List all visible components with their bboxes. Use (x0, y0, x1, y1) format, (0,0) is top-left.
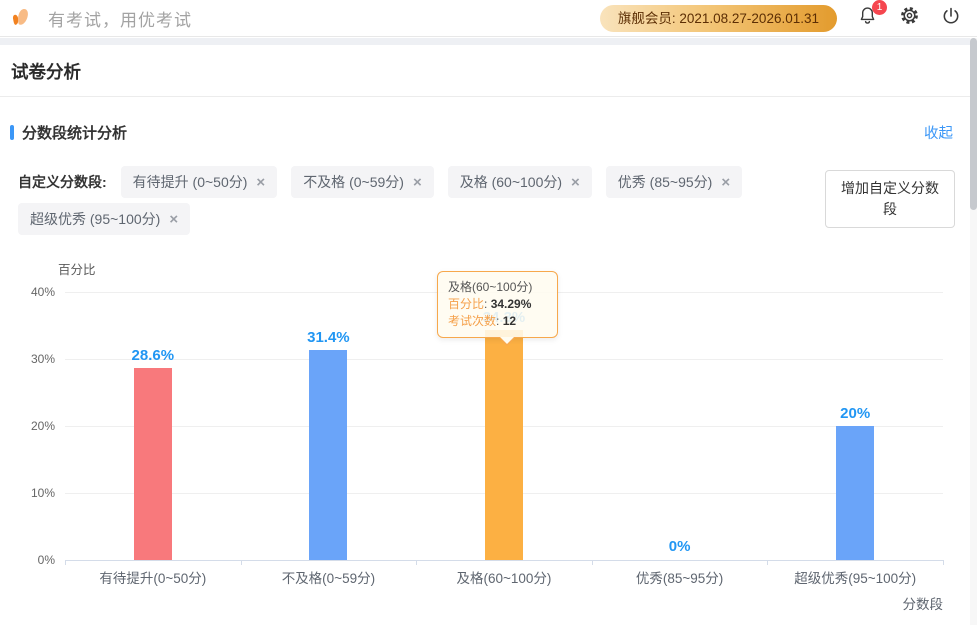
logout-button[interactable] (939, 6, 963, 30)
bar-value-label: 20% (815, 405, 895, 422)
header-actions: 旗舰会员: 2021.08.27-2026.01.31 1 (600, 5, 963, 32)
x-axis-line (65, 560, 943, 561)
tooltip-title: 及格(60~100分) (448, 279, 547, 296)
notification-count-badge: 1 (872, 0, 887, 15)
y-axis-tick-label: 20% (12, 419, 55, 433)
page-title: 试卷分析 (11, 59, 81, 84)
section-title: 分数段统计分析 (22, 122, 127, 143)
tag-label: 有待提升 (0~50分) (133, 166, 248, 198)
settings-icon (899, 5, 920, 31)
divider (0, 96, 970, 97)
bar[interactable] (485, 330, 523, 560)
y-axis-tick-label: 10% (12, 486, 55, 500)
x-axis-tick (241, 560, 242, 565)
remove-tag-icon[interactable]: × (169, 212, 178, 227)
x-axis-tick (416, 560, 417, 565)
remove-tag-icon[interactable]: × (256, 175, 265, 190)
score-range-tag[interactable]: 不及格 (0~59分) × (291, 166, 434, 198)
scrollbar-thumb[interactable] (970, 38, 977, 210)
score-range-tag[interactable]: 及格 (60~100分) × (448, 166, 592, 198)
collapse-link[interactable]: 收起 (924, 122, 953, 143)
filter-label: 自定义分数段: (18, 166, 107, 198)
x-axis-category-label: 超级优秀(95~100分) (767, 567, 943, 587)
notifications-button[interactable]: 1 (855, 6, 879, 30)
scrollbar[interactable] (970, 38, 977, 625)
x-axis-tick (767, 560, 768, 565)
bar[interactable] (309, 350, 347, 560)
x-axis-tick (943, 560, 944, 565)
remove-tag-icon[interactable]: × (413, 175, 422, 190)
bar-value-label: 28.6% (113, 347, 193, 364)
y-axis-tick-label: 0% (12, 553, 55, 567)
bar-value-label: 0% (640, 538, 720, 555)
tag-label: 超级优秀 (95~100分) (30, 203, 160, 235)
app-header: 有考试，用优考试 旗舰会员: 2021.08.27-2026.01.31 1 (0, 0, 977, 37)
y-axis-title: 百分比 (58, 259, 96, 278)
score-range-tag[interactable]: 有待提升 (0~50分) × (121, 166, 278, 198)
app-title: 有考试，用优考试 (48, 6, 192, 31)
tag-label: 优秀 (85~95分) (618, 166, 713, 198)
chart-tooltip: 及格(60~100分) 百分比34.29% 考试次数12 (437, 271, 558, 338)
bar[interactable] (134, 368, 172, 560)
x-axis-tick (592, 560, 593, 565)
x-axis-category-label: 及格(60~100分) (416, 567, 592, 587)
section-header: 分数段统计分析 收起 (10, 122, 953, 143)
x-axis-category-label: 不及格(0~59分) (241, 567, 417, 587)
power-icon (941, 6, 961, 31)
tag-label: 及格 (60~100分) (460, 166, 562, 198)
membership-badge[interactable]: 旗舰会员: 2021.08.27-2026.01.31 (600, 5, 837, 32)
x-axis-category-label: 有待提升(0~50分) (65, 567, 241, 587)
page-background-strip (0, 38, 977, 45)
score-range-filter: 自定义分数段: 有待提升 (0~50分)×不及格 (0~59分)×及格 (60~… (18, 166, 803, 240)
add-score-range-button[interactable]: 增加自定义分数段 (825, 170, 955, 228)
section-marker (10, 125, 14, 140)
score-range-tag[interactable]: 优秀 (85~95分) × (606, 166, 742, 198)
x-axis-title: 分数段 (903, 593, 944, 613)
chart: 百分比 分数段 0% 10% 20% 30% 40% 28.6% 有待提升(0~50分) 31… (0, 255, 970, 623)
remove-tag-icon[interactable]: × (721, 175, 730, 190)
logo-icon (10, 5, 34, 31)
tag-label: 不及格 (0~59分) (303, 166, 404, 198)
y-axis-tick-label: 40% (12, 285, 55, 299)
x-axis-category-label: 优秀(85~95分) (592, 567, 768, 587)
tooltip-row: 百分比34.29% (448, 296, 547, 313)
bar[interactable] (836, 426, 874, 560)
score-range-tag[interactable]: 超级优秀 (95~100分) × (18, 203, 190, 235)
settings-button[interactable] (897, 6, 921, 30)
remove-tag-icon[interactable]: × (571, 175, 580, 190)
bar-value-label: 31.4% (288, 329, 368, 346)
y-axis-tick-label: 30% (12, 352, 55, 366)
tooltip-row: 考试次数12 (448, 313, 547, 330)
x-axis-tick (65, 560, 66, 565)
